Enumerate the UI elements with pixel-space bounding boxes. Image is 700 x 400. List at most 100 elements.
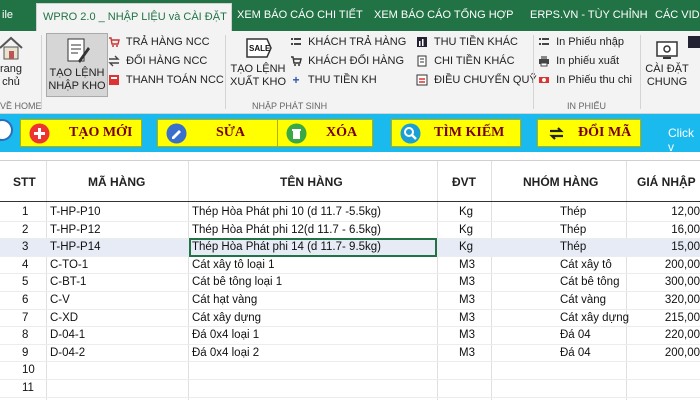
- tao-lenh-nhap-kho-button[interactable]: TẠO LỆNH NHẬP KHO: [46, 33, 108, 97]
- cell-gia-nhap[interactable]: 200,00: [665, 347, 700, 359]
- table-row[interactable]: 6 C-V Cát hạt vàng M3 Cát vàng 320,00: [0, 292, 700, 310]
- home-icon: [0, 36, 23, 60]
- cell-ten-hang[interactable]: Thép Hòa Phát phi 12(d 11.7 - 6.5kg): [192, 224, 381, 236]
- cell-gia-nhap[interactable]: 300,00: [665, 276, 700, 288]
- cell-dvt[interactable]: Kg: [459, 241, 473, 253]
- header-dvt[interactable]: ĐVT: [452, 175, 476, 189]
- in-phieu-nhap-label: In Phiếu nhập: [556, 36, 624, 48]
- cell-ten-hang[interactable]: Cát xây tô loại 1: [192, 259, 274, 271]
- cell-gia-nhap[interactable]: 16,00: [671, 224, 700, 236]
- in-phieu-xuat-button[interactable]: In phiếu xuất: [538, 55, 619, 67]
- cell-stt[interactable]: 3: [22, 241, 28, 253]
- chi-tien-khac-button[interactable]: CHI TIỀN KHÁC: [416, 55, 515, 67]
- group-ve-home: VỀ HOME: [0, 101, 42, 111]
- header-ten-hang[interactable]: TÊN HÀNG: [280, 175, 343, 189]
- sua-button[interactable]: SỬA: [157, 119, 279, 147]
- header-ma-hang[interactable]: MÃ HÀNG: [88, 175, 145, 189]
- cell-dvt[interactable]: M3: [459, 259, 475, 271]
- cell-dvt[interactable]: M3: [459, 294, 475, 306]
- cell-dvt[interactable]: M3: [459, 276, 475, 288]
- cell-ma-hang[interactable]: D-04-1: [50, 329, 85, 341]
- cell-stt[interactable]: 10: [22, 364, 35, 376]
- table-row[interactable]: 5 C-BT-1 Cát bê tông loại 1 M3 Cát bê tông 30…: [0, 274, 700, 292]
- tim-kiem-button[interactable]: TÌM KIẾM: [391, 119, 521, 147]
- thu-tien-khac-button[interactable]: THU TIỀN KHÁC: [416, 36, 518, 48]
- tao-lenh-nhap-kho-label: TẠO LỆNH NHẬP KHO: [48, 67, 106, 92]
- in-phieu-nhap-button[interactable]: In Phiếu nhập: [538, 36, 624, 48]
- cell-stt[interactable]: 1: [22, 206, 28, 218]
- cell-stt[interactable]: 9: [22, 347, 28, 359]
- in-phieu-thu-chi-button[interactable]: In Phiếu thu chi: [538, 74, 632, 86]
- header-stt[interactable]: STT: [13, 175, 36, 189]
- cell-ten-hang[interactable]: Cát xây dựng: [192, 312, 261, 324]
- cell-ten-hang[interactable]: Đá 0x4 loại 1: [192, 329, 259, 341]
- cell-stt[interactable]: 5: [22, 276, 28, 288]
- cell-stt[interactable]: 7: [22, 312, 28, 324]
- tab-file[interactable]: ile: [2, 0, 13, 31]
- table-row[interactable]: 7 C-XD Cát xây dựng M3 Cát xây dựng 215,00: [0, 310, 700, 328]
- cell-ma-hang[interactable]: C-V: [50, 294, 70, 306]
- tra-hang-ncc-button[interactable]: TRẢ HÀNG NCC: [108, 36, 210, 48]
- cell-stt[interactable]: 4: [22, 259, 28, 271]
- cell-gia-nhap[interactable]: 12,00: [671, 206, 700, 218]
- tab-xem-bao-cao-tong-hop[interactable]: XEM BÁO CÁO TỔNG HỢP: [374, 0, 513, 31]
- cell-gia-nhap[interactable]: 220,00: [665, 329, 700, 341]
- xoa-button[interactable]: XÓA: [277, 119, 373, 147]
- home-button[interactable]: rang chủ: [0, 35, 26, 89]
- table-row[interactable]: 1 T-HP-P10 Thép Hòa Phát phi 10 (d 11.7 -5…: [0, 204, 700, 222]
- tao-lenh-xuat-kho-button[interactable]: SALE TẠO LỆNH XUẤT KHO: [228, 35, 288, 89]
- dieu-chuyen-quy-label: ĐIỀU CHUYỂN QUỸ: [434, 74, 537, 86]
- cell-ma-hang[interactable]: T-HP-P14: [50, 241, 101, 253]
- header-nhom-hang[interactable]: NHÓM HÀNG: [523, 175, 598, 189]
- cell-dvt[interactable]: Kg: [459, 224, 473, 236]
- table-row[interactable]: 2 T-HP-P12 Thép Hòa Phát phi 12(d 11.7 - 6…: [0, 222, 700, 240]
- table-row[interactable]: 9 D-04-2 Đá 0x4 loại 2 M3 Đá 04 200,00: [0, 345, 700, 363]
- khach-doi-hang-button[interactable]: KHÁCH ĐỔI HÀNG: [290, 55, 404, 67]
- cell-gia-nhap[interactable]: 320,00: [665, 294, 700, 306]
- cell-ten-hang[interactable]: Thép Hòa Phát phi 10 (d 11.7 -5.5kg): [192, 206, 381, 218]
- khach-doi-hang-label: KHÁCH ĐỔI HÀNG: [308, 55, 405, 67]
- thanh-toan-ncc-button[interactable]: THANH TOÁN NCC: [108, 74, 224, 86]
- cell-ma-hang[interactable]: T-HP-P10: [50, 206, 101, 218]
- cell-dvt[interactable]: M3: [459, 347, 475, 359]
- video-icon[interactable]: [688, 36, 700, 48]
- add-icon: [29, 123, 50, 144]
- cell-ma-hang[interactable]: T-HP-P12: [50, 224, 101, 236]
- thu-tien-kh-button[interactable]: + THU TIỀN KH: [290, 74, 376, 86]
- doi-hang-ncc-button[interactable]: ĐỔI HÀNG NCC: [108, 55, 207, 67]
- cell-dvt[interactable]: M3: [459, 329, 475, 341]
- cell-ten-hang[interactable]: Cát hạt vàng: [192, 294, 257, 306]
- cai-dat-chung-button[interactable]: CÀI ĐẶT CHUNG: [642, 39, 692, 89]
- calculator-icon: [109, 75, 119, 86]
- khach-tra-hang-button[interactable]: KHÁCH TRẢ HÀNG: [290, 36, 406, 48]
- cell-stt[interactable]: 11: [22, 382, 34, 394]
- tab-erps-tuy-chinh[interactable]: ERPS.VN - TÙY CHỈNH: [530, 0, 648, 31]
- cell-ma-hang[interactable]: C-BT-1: [50, 276, 86, 288]
- cell-ma-hang[interactable]: C-XD: [50, 312, 78, 324]
- dieu-chuyen-quy-button[interactable]: ĐIỀU CHUYỂN QUỸ: [416, 74, 537, 86]
- tao-moi-button[interactable]: TẠO MỚI: [20, 119, 142, 147]
- cell-ma-hang[interactable]: D-04-2: [50, 347, 85, 359]
- tab-xem-bao-cao-chi-tiet[interactable]: XEM BÁO CÁO CHI TIẾT: [237, 0, 363, 31]
- cell-gia-nhap[interactable]: 15,00: [671, 241, 700, 253]
- cell-gia-nhap[interactable]: 200,00: [665, 259, 700, 271]
- group-nhap-phat-sinh: NHẬP PHÁT SINH: [252, 101, 328, 111]
- cell-dvt[interactable]: M3: [459, 312, 475, 324]
- cell-dvt[interactable]: Kg: [459, 206, 473, 218]
- cell-stt[interactable]: 2: [22, 224, 28, 236]
- table-row[interactable]: 8 D-04-1 Đá 0x4 loại 1 M3 Đá 04 220,00: [0, 327, 700, 345]
- cell-gia-nhap[interactable]: 215,00: [665, 312, 700, 324]
- table-row[interactable]: 11: [0, 380, 700, 398]
- tab-cac-video[interactable]: CÁC VID: [655, 0, 700, 31]
- cai-dat-chung-label: CÀI ĐẶT CHUNG: [645, 63, 689, 88]
- cell-ma-hang[interactable]: C-TO-1: [50, 259, 88, 271]
- cell-stt[interactable]: 6: [22, 294, 28, 306]
- cell-ten-hang[interactable]: Đá 0x4 loại 2: [192, 347, 259, 359]
- doi-ma-button[interactable]: ĐỔI MÃ: [537, 119, 641, 147]
- table-row[interactable]: 4 C-TO-1 Cát xây tô loại 1 M3 Cát xây tô 200,…: [0, 257, 700, 275]
- cell-stt[interactable]: 8: [22, 329, 28, 341]
- cell-ten-hang[interactable]: Cát bê tông loại 1: [192, 276, 282, 288]
- header-gia-nhap[interactable]: GIÁ NHẬP: [637, 175, 696, 189]
- tab-wpro-nhap-lieu[interactable]: WPRO 2.0 _ NHẬP LIỆU và CÀI ĐẶT: [36, 3, 232, 31]
- table-row[interactable]: 10: [0, 362, 700, 380]
